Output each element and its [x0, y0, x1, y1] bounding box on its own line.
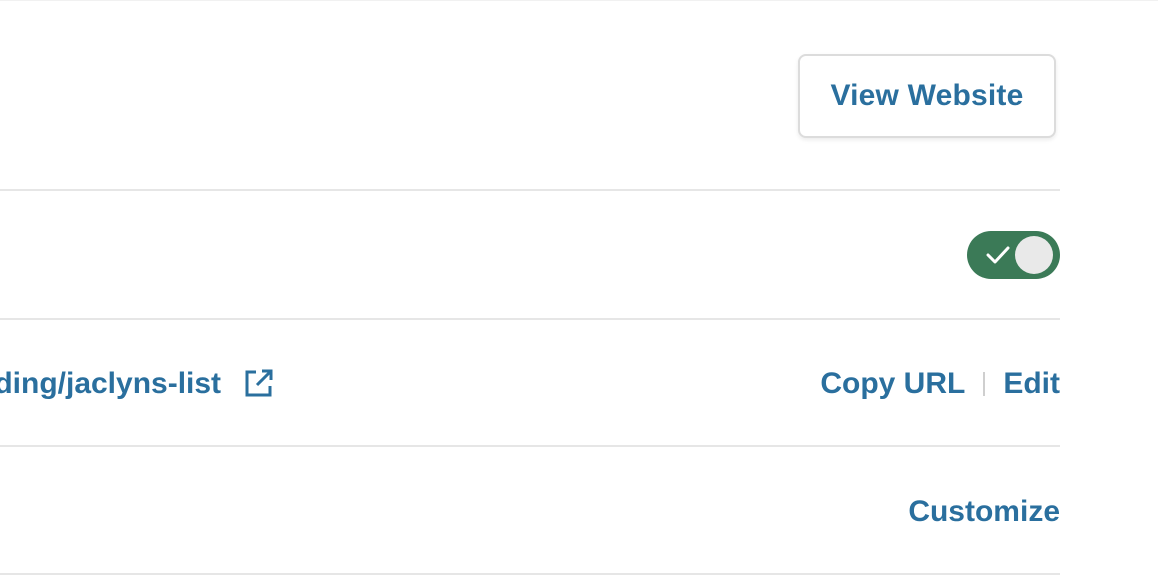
customize-button[interactable]: Customize: [908, 490, 1060, 534]
view-website-button[interactable]: View Website: [798, 54, 1056, 138]
settings-panel: View Website lding/jaclyns-list Copy URL…: [0, 0, 1158, 578]
customize-label: Customize: [908, 495, 1060, 528]
checkmark-icon: [986, 246, 1010, 264]
external-link-icon[interactable]: [243, 367, 275, 399]
top-border: [0, 0, 1158, 1]
action-separator: [983, 372, 986, 396]
divider: [0, 445, 1060, 447]
view-website-label: View Website: [830, 79, 1024, 112]
edit-url-button[interactable]: Edit: [1003, 367, 1060, 401]
website-url-text: lding/jaclyns-list: [0, 367, 222, 400]
divider: [0, 573, 1060, 575]
divider: [0, 318, 1060, 320]
url-actions: Copy URL Edit: [820, 362, 1060, 406]
publish-toggle[interactable]: [967, 231, 1060, 279]
copy-url-button[interactable]: Copy URL: [820, 367, 965, 401]
website-url-link[interactable]: lding/jaclyns-list: [0, 362, 221, 406]
divider: [0, 189, 1060, 191]
toggle-knob: [1015, 236, 1053, 274]
